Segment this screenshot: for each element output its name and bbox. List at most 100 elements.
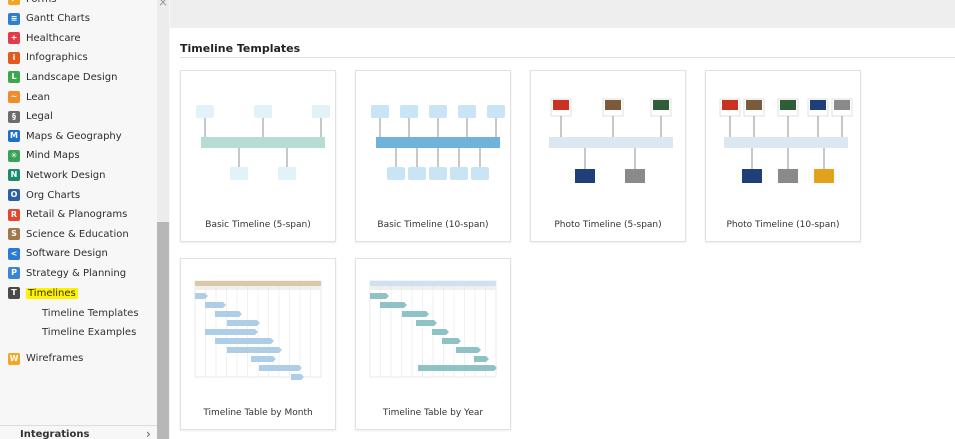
- event-box: [408, 167, 426, 180]
- template-card-basic-timeline-5-span[interactable]: Basic Timeline (5-span): [180, 70, 336, 242]
- lean-icon: ~: [8, 91, 20, 103]
- strategy-planning-icon: P: [8, 267, 20, 280]
- timelines-icon: T: [8, 287, 20, 299]
- event-box: [196, 105, 214, 118]
- sidebar-item-label: Lean: [26, 91, 51, 103]
- template-card-label: Basic Timeline (5-span): [205, 220, 311, 230]
- photo-image: [778, 169, 798, 183]
- sidebar-item-forms[interactable]: F Forms: [8, 0, 56, 8]
- sidebar-scrollbar-thumb[interactable]: [157, 222, 169, 439]
- sidebar-item-label: Forms: [26, 0, 56, 5]
- landscape-design-icon: L: [8, 71, 20, 84]
- sidebar-item-label: Timelines: [26, 287, 78, 299]
- timeline-task-bar: [370, 293, 389, 299]
- photo-image: [722, 100, 738, 110]
- photo-image: [814, 169, 834, 183]
- sidebar-item-label: Software Design: [26, 248, 108, 260]
- template-card-photo-timeline-10-span[interactable]: Photo Timeline (10-span): [705, 70, 861, 242]
- photo-image: [746, 100, 762, 110]
- integrations-section[interactable]: Integrations ›: [0, 425, 157, 439]
- legal-icon: §: [8, 110, 20, 123]
- org-charts-icon: O: [8, 189, 20, 201]
- photo-image: [553, 100, 569, 110]
- timeline-task-bar: [205, 302, 226, 308]
- timeline-task-bar: [474, 356, 489, 362]
- event-box: [471, 167, 489, 180]
- gantt-charts-icon: ≡: [8, 12, 20, 25]
- top-bar: [170, 0, 955, 28]
- sidebar-item-maps-geography[interactable]: M Maps & Geography: [8, 127, 122, 145]
- event-box: [487, 105, 505, 118]
- sidebar-item-label: Wireframes: [26, 353, 84, 365]
- photo-image: [653, 100, 669, 110]
- mind-maps-icon: ✳: [8, 149, 20, 162]
- sidebar-item-infographics[interactable]: i Infographics: [8, 49, 88, 67]
- template-card-label: Photo Timeline (10-span): [726, 220, 840, 230]
- template-thumbnail: [371, 105, 505, 180]
- event-box: [400, 105, 418, 118]
- sidebar-subitem-timeline-templates[interactable]: Timeline Templates: [42, 306, 139, 322]
- timeline-bar: [376, 137, 500, 148]
- forms-icon: F: [8, 0, 20, 5]
- software-design-icon: <: [8, 247, 20, 260]
- event-box: [429, 105, 447, 118]
- sidebar-item-label: Org Charts: [26, 189, 81, 201]
- infographics-icon: i: [8, 51, 20, 64]
- photo-image: [605, 100, 621, 110]
- science-education-icon: S: [8, 228, 20, 241]
- template-card-basic-timeline-10-span[interactable]: Basic Timeline (10-span): [355, 70, 511, 242]
- event-box: [387, 167, 405, 180]
- sidebar-item-retail-planograms[interactable]: R Retail & Planograms: [8, 206, 127, 224]
- event-box: [254, 105, 272, 118]
- event-box: [458, 105, 476, 118]
- sidebar-item-lean[interactable]: ~ Lean: [8, 88, 50, 106]
- sidebar-item-software-design[interactable]: < Software Design: [8, 245, 108, 263]
- timeline-task-bar: [215, 338, 274, 344]
- photo-image: [780, 100, 796, 110]
- sidebar-item-network-design[interactable]: N Network Design: [8, 166, 105, 184]
- close-icon[interactable]: ×: [157, 0, 169, 10]
- sidebar-item-healthcare[interactable]: + Healthcare: [8, 29, 81, 47]
- sidebar-item-timelines[interactable]: T Timelines: [8, 284, 78, 302]
- template-thumbnail: [196, 105, 330, 180]
- event-box: [429, 167, 447, 180]
- sidebar: F Forms ≡ Gantt Charts + Healthcare i Infograph…: [0, 0, 171, 439]
- sidebar-item-mind-maps[interactable]: ✳ Mind Maps: [8, 147, 80, 165]
- timeline-bar: [724, 137, 848, 148]
- event-box: [278, 167, 296, 180]
- template-thumbnail: [369, 280, 497, 378]
- sidebar-item-wireframes[interactable]: W Wireframes: [8, 350, 83, 368]
- chevron-right-icon: ›: [146, 427, 151, 439]
- event-box: [312, 105, 330, 118]
- template-card-timeline-table-by-month[interactable]: Timeline Table by Month: [180, 258, 336, 430]
- sidebar-item-label: Retail & Planograms: [26, 209, 128, 221]
- timeline-task-bar: [215, 311, 242, 317]
- sidebar-item-science-education[interactable]: S Science & Education: [8, 225, 129, 243]
- healthcare-icon: +: [8, 32, 20, 45]
- template-card-timeline-table-by-year[interactable]: Timeline Table by Year: [355, 258, 511, 430]
- timeline-bar: [549, 137, 673, 148]
- photo-image: [625, 169, 645, 183]
- event-box: [371, 105, 389, 118]
- sidebar-item-label: Mind Maps: [26, 150, 80, 162]
- sidebar-item-label: Gantt Charts: [26, 13, 90, 25]
- sidebar-item-label: Science & Education: [26, 228, 129, 240]
- sidebar-item-label: Healthcare: [26, 32, 81, 44]
- template-card-photo-timeline-5-span[interactable]: Photo Timeline (5-span): [530, 70, 686, 242]
- template-card-label: Timeline Table by Year: [382, 408, 484, 418]
- sidebar-item-label: Maps & Geography: [26, 130, 122, 142]
- sidebar-item-strategy-planning[interactable]: P Strategy & Planning: [8, 264, 126, 282]
- timeline-task-bar: [227, 320, 260, 326]
- sidebar-item-org-charts[interactable]: O Org Charts: [8, 186, 80, 204]
- timeline-task-bar: [416, 320, 437, 326]
- sidebar-subitem-timeline-examples[interactable]: Timeline Examples: [42, 325, 136, 341]
- sidebar-item-label: Legal: [26, 111, 53, 123]
- template-card-label: Timeline Table by Month: [203, 408, 313, 418]
- sidebar-item-label: Landscape Design: [26, 71, 118, 83]
- timeline-task-bar: [251, 356, 276, 362]
- sidebar-item-legal[interactable]: § Legal: [8, 108, 53, 126]
- timeline-task-bar: [205, 329, 258, 335]
- timeline-task-bar: [402, 311, 429, 317]
- sidebar-item-landscape-design[interactable]: L Landscape Design: [8, 68, 117, 86]
- sidebar-item-gantt-charts[interactable]: ≡ Gantt Charts: [8, 10, 90, 28]
